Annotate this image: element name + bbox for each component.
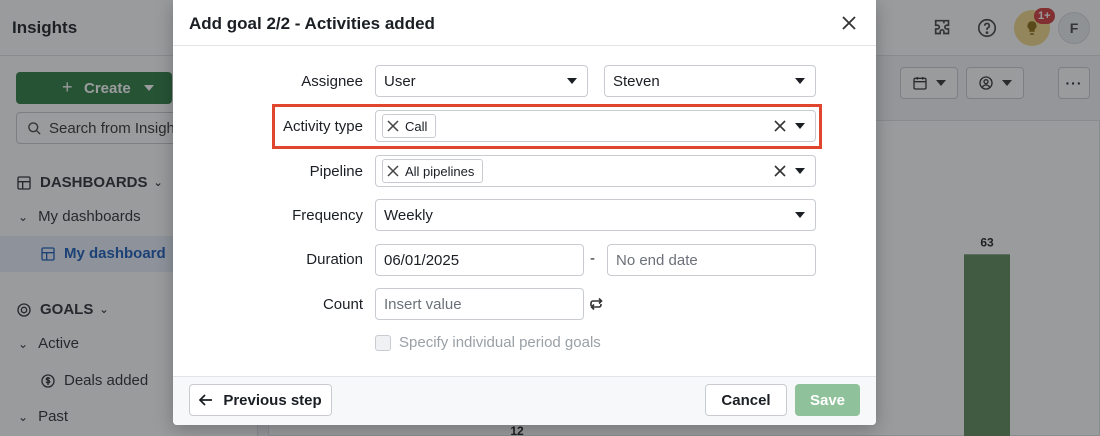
count-placeholder: Insert value [384,295,462,313]
save-label: Save [809,391,846,409]
specify-period-goals-checkbox[interactable] [375,335,391,351]
pipeline-chip: All pipelines [382,159,484,183]
clear-icon[interactable] [773,164,787,178]
close-button[interactable] [838,12,860,34]
modal-title: Add goal 2/2 - Activities added [189,14,435,33]
previous-step-button[interactable]: Previous step [189,384,332,416]
previous-step-label: Previous step [223,391,322,409]
pipeline-label: Pipeline [309,163,363,180]
assignee-person-select[interactable]: Steven [604,65,816,97]
cancel-button[interactable]: Cancel [705,384,787,416]
specify-period-goals-label: Specify individual period goals [399,334,601,351]
count-input[interactable]: Insert value [375,288,584,320]
save-button[interactable]: Save [795,384,860,416]
duration-separator: - [590,250,595,267]
assignee-label: Assignee [301,73,363,90]
pipeline-select[interactable]: All pipelines [375,155,816,187]
add-goal-modal: Add goal 2/2 - Activities added Assignee… [173,0,876,425]
modal-header: Add goal 2/2 - Activities added [173,0,876,46]
assignee-type-select[interactable]: User [375,65,588,97]
duration-label: Duration [306,251,363,268]
assignee-type-value: User [384,72,416,90]
repeat-icon[interactable] [588,297,604,311]
remove-chip-icon[interactable] [387,165,399,177]
pipeline-chip-label: All pipelines [405,163,475,179]
duration-start-input[interactable]: 06/01/2025 [375,244,584,276]
frequency-value: Weekly [384,206,433,224]
duration-start-value: 06/01/2025 [384,251,460,269]
frequency-select[interactable]: Weekly [375,199,816,231]
assignee-person-value: Steven [613,72,660,90]
modal-footer: Previous step Cancel Save [173,376,876,425]
activity-type-highlight [272,104,822,149]
duration-end-placeholder: No end date [616,251,698,269]
arrow-left-icon [199,394,213,406]
frequency-label: Frequency [292,207,363,224]
chevron-down-icon [795,78,805,84]
chevron-down-icon [567,78,577,84]
chevron-down-icon [795,212,805,218]
chevron-down-icon [795,168,805,174]
count-label: Count [322,296,363,313]
duration-end-input[interactable]: No end date [607,244,816,276]
close-icon [842,16,856,30]
cancel-label: Cancel [721,391,771,409]
